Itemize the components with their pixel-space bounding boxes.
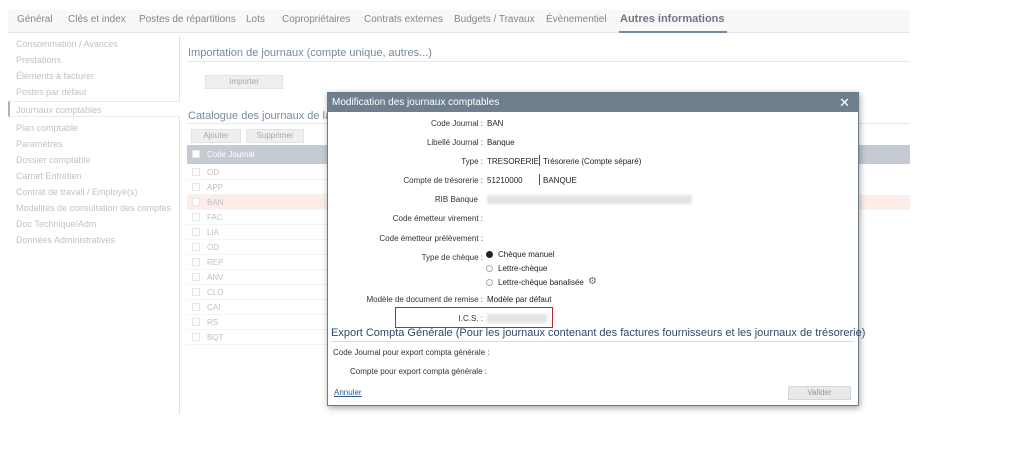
compte-tresorerie-description: BANQUE xyxy=(543,176,577,185)
validate-button[interactable]: Valider xyxy=(788,386,851,400)
close-icon[interactable]: ✕ xyxy=(839,95,850,111)
radio-lettre-cheque-banalisee-label: Lettre-chèque banalisée xyxy=(498,278,584,287)
dialog-title: Modification des journaux comptables xyxy=(332,97,500,108)
rib-banque-redacted[interactable] xyxy=(487,195,692,204)
ics-value-redacted[interactable] xyxy=(487,314,547,323)
type-label: Type : xyxy=(461,157,483,166)
code-emetteur-prelevement-label: Code émetteur prélèvement : xyxy=(379,234,483,243)
radio-cheque-manuel[interactable] xyxy=(486,251,493,258)
libelle-journal-value[interactable]: Banque xyxy=(487,138,515,147)
divider xyxy=(331,341,854,342)
type-description: Trésorerie (Compte séparé) xyxy=(543,157,642,166)
gear-icon[interactable]: ⚙ xyxy=(588,276,597,287)
radio-lettre-cheque-banalisee[interactable] xyxy=(486,279,493,286)
code-journal-label: Code Journal : xyxy=(430,119,483,128)
export-code-journal-label: Code Journal pour export compta générale… xyxy=(333,348,490,357)
cancel-link[interactable]: Annuler xyxy=(334,388,362,397)
rib-banque-label: RIB Banque xyxy=(434,195,478,204)
modele-document-value[interactable]: Modèle par défaut xyxy=(487,295,552,304)
type-code[interactable]: TRESORERIE xyxy=(487,157,539,166)
radio-lettre-cheque[interactable] xyxy=(486,265,493,272)
dialog-header: Modification des journaux comptables ✕ xyxy=(328,93,858,112)
type-cheque-label: Type de chèque : xyxy=(421,253,483,262)
edit-journal-dialog: Modification des journaux comptables ✕ xyxy=(327,92,859,406)
code-journal-value[interactable]: BAN xyxy=(487,119,503,128)
export-section-title: Export Compta Générale (Pour les journau… xyxy=(331,327,866,339)
export-compte-label: Compte pour export compta générale : xyxy=(350,367,487,376)
ics-label: I.C.S. : xyxy=(458,314,483,323)
app-root: Général Clés et index Postes de répartit… xyxy=(0,0,1011,458)
compte-tresorerie-label: Compte de trésorerie : xyxy=(403,176,483,185)
radio-lettre-cheque-label: Lettre-chèque xyxy=(498,264,548,273)
radio-cheque-manuel-label: Chèque manuel xyxy=(498,250,555,259)
code-emetteur-virement-label: Code émetteur virement : xyxy=(392,214,483,223)
modele-document-label: Modèle de document de remise : xyxy=(366,295,483,304)
separator xyxy=(539,155,540,166)
compte-tresorerie-value[interactable]: 51210000 xyxy=(487,176,523,185)
separator xyxy=(539,174,540,185)
libelle-journal-label: Libellé Journal : xyxy=(426,138,483,147)
